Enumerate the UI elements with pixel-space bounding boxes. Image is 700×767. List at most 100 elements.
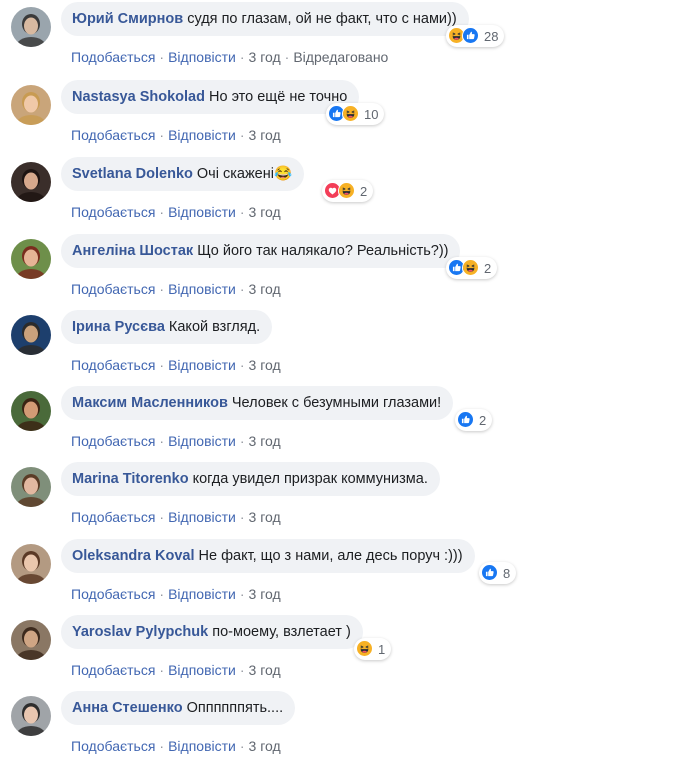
reactions-summary[interactable]: 28 [446,25,505,47]
reply-link[interactable]: Відповісти [168,662,236,678]
timestamp-link[interactable]: 3 год [249,433,281,449]
reply-link[interactable]: Відповісти [168,357,236,373]
timestamp-link[interactable]: 3 год [249,127,281,143]
haha-icon [356,640,374,658]
reaction-count: 2 [484,260,492,276]
comment-actions: Подобається · Відповісти · 3 год [71,355,281,375]
separator-dot: · [239,662,245,678]
reply-link[interactable]: Відповісти [168,281,236,297]
separator-dot: · [159,281,165,297]
timestamp-link[interactable]: 3 год [249,662,281,678]
reactions-summary[interactable]: 2 [322,180,374,202]
comment-bubble: Максим Масленников Человек с безумными г… [61,386,454,420]
comment-text: судя по глазам, ой не факт, что с нами)) [187,11,457,27]
separator-dot: · [159,127,165,143]
reply-link[interactable]: Відповісти [168,586,236,602]
reaction-count: 10 [364,106,379,122]
timestamp-link[interactable]: 3 год [249,586,281,602]
separator-dot: · [239,433,245,449]
avatar[interactable] [11,620,51,660]
separator-dot: · [239,204,245,220]
separator-dot: · [239,586,245,602]
comment-author-link[interactable]: Yaroslav Pylypchuk [72,624,208,640]
like-link[interactable]: Подобається [71,662,155,678]
like-link[interactable]: Подобається [71,586,155,602]
comment-text: Очі скажені😂 [196,166,293,182]
timestamp-link[interactable]: 3 год [249,204,281,220]
separator-dot: · [159,433,165,449]
reaction-count: 2 [479,412,487,428]
comment-author-link[interactable]: Ірина Русєва [72,319,165,335]
avatar[interactable] [11,239,51,279]
reaction-count: 1 [378,641,386,657]
avatar[interactable] [11,544,51,584]
avatar[interactable] [11,696,51,736]
comment-author-link[interactable]: Юрий Смирнов [72,11,183,27]
comment-text: Не факт, що з нами, але десь поруч :))) [198,548,463,564]
like-link[interactable]: Подобається [71,357,155,373]
comment-text: Какой взгляд. [168,319,261,335]
reply-link[interactable]: Відповісти [168,433,236,449]
comment-author-link[interactable]: Nastasya Shokolad [72,89,205,105]
reactions-summary[interactable]: 10 [326,103,385,125]
reactions-summary[interactable]: 2 [455,409,493,431]
reaction-count: 2 [360,183,368,199]
haha-icon [342,105,360,123]
separator-dot: · [239,127,245,143]
comment-author-link[interactable]: Анна Стешенко [72,700,183,716]
comment: Marina Titorenko когда увидел призрак ко… [0,462,700,538]
like-link[interactable]: Подобається [71,738,155,754]
edited-label[interactable]: Відредаговано [293,49,388,65]
avatar[interactable] [11,85,51,125]
like-icon [457,411,475,429]
comment: Юрий Смирнов судя по глазам, ой не факт,… [0,2,700,78]
like-link[interactable]: Подобається [71,127,155,143]
timestamp-link[interactable]: 3 год [249,738,281,754]
comment-author-link[interactable]: Marina Titorenko [72,471,189,487]
comment-author-link[interactable]: Ангеліна Шостак [72,243,193,259]
comment: Ангеліна Шостак Що його так налякало? Ре… [0,234,700,310]
separator-dot: · [159,662,165,678]
comment-author-link[interactable]: Svetlana Dolenko [72,166,193,182]
comment-actions: Подобається · Відповісти · 3 год [71,584,281,604]
comment-actions: Подобається · Відповісти · 3 год [71,660,281,680]
timestamp-link[interactable]: 3 год [249,281,281,297]
like-link[interactable]: Подобається [71,49,155,65]
comment-text: когда увидел призрак коммунизма. [192,471,428,487]
like-link[interactable]: Подобається [71,509,155,525]
reply-link[interactable]: Відповісти [168,509,236,525]
comment-author-link[interactable]: Oleksandra Koval [72,548,195,564]
comment-actions: Подобається · Відповісти · 3 год [71,202,281,222]
comment-actions: Подобається · Відповісти · 3 год [71,125,281,145]
comment: Ірина Русєва Какой взгляд. Подобається · Ві… [0,310,700,386]
comment-actions: Подобається · Відповісти · 3 год [71,736,281,756]
avatar[interactable] [11,467,51,507]
reply-link[interactable]: Відповісти [168,204,236,220]
comment: Yaroslav Pylypchuk по-моему, взлетает ) П… [0,615,700,691]
timestamp-link[interactable]: 3 год [249,509,281,525]
comment-author-link[interactable]: Максим Масленников [72,395,228,411]
avatar[interactable] [11,315,51,355]
reply-link[interactable]: Відповісти [168,738,236,754]
reply-link[interactable]: Відповісти [168,49,236,65]
comment-bubble: Yaroslav Pylypchuk по-моему, взлетает ) [61,615,363,649]
comment-text: по-моему, взлетает ) [212,624,351,640]
comment-bubble: Svetlana Dolenko Очі скажені😂 [61,157,305,191]
comment: Nastasya Shokolad Но это ещё не точно Под… [0,80,700,156]
separator-dot: · [284,49,290,65]
comment: Svetlana Dolenko Очі скажені😂 Подобається… [0,157,700,233]
like-link[interactable]: Подобається [71,204,155,220]
reply-link[interactable]: Відповісти [168,127,236,143]
timestamp-link[interactable]: 3 год [249,357,281,373]
timestamp-link[interactable]: 3 год [249,49,281,65]
like-link[interactable]: Подобається [71,281,155,297]
reactions-summary[interactable]: 1 [354,638,392,660]
avatar[interactable] [11,7,51,47]
avatar[interactable] [11,162,51,202]
comment-bubble: Ангеліна Шостак Що його так налякало? Ре… [61,234,461,268]
reactions-summary[interactable]: 8 [479,562,517,584]
separator-dot: · [239,738,245,754]
like-link[interactable]: Подобається [71,433,155,449]
avatar[interactable] [11,391,51,431]
reactions-summary[interactable]: 2 [446,257,498,279]
